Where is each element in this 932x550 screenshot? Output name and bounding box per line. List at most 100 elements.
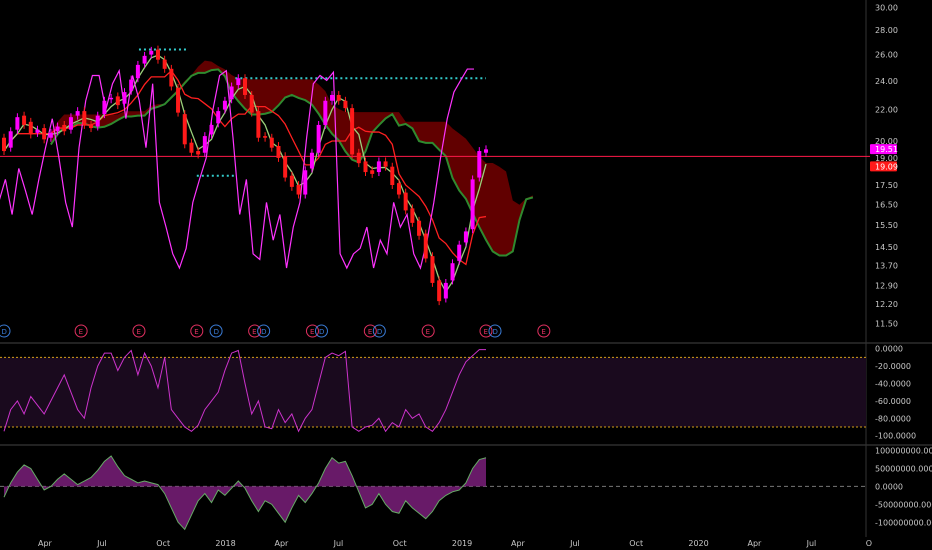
candle-body[interactable]: [75, 111, 80, 116]
price-axis: 30.0028.0026.0024.0022.0020.0019.0017.50…: [875, 3, 932, 527]
candle-body[interactable]: [142, 55, 147, 64]
candle-body[interactable]: [129, 79, 134, 91]
candle-body[interactable]: [15, 117, 20, 130]
event-label: D: [214, 328, 219, 336]
ichimoku-cloud: [50, 60, 534, 257]
candle-body[interactable]: [95, 115, 100, 127]
candle-body[interactable]: [403, 192, 408, 211]
candle-body[interactable]: [102, 100, 107, 115]
candle-body[interactable]: [343, 100, 348, 109]
time-tick-label: Jul: [569, 539, 580, 548]
candle-body[interactable]: [417, 220, 422, 236]
candle-body[interactable]: [363, 161, 368, 173]
candle-body[interactable]: [376, 161, 381, 173]
candle-body[interactable]: [122, 92, 127, 104]
candle-body[interactable]: [222, 100, 227, 110]
oscillator-pane[interactable]: [0, 455, 866, 531]
candle-body[interactable]: [296, 184, 301, 195]
candle-body[interactable]: [396, 183, 401, 195]
candle-body[interactable]: [48, 132, 53, 138]
candle-body[interactable]: [89, 124, 94, 129]
event-label: E: [426, 328, 430, 336]
candle-body[interactable]: [410, 208, 415, 223]
candle-body[interactable]: [196, 151, 201, 155]
candle-body[interactable]: [470, 179, 475, 230]
candle-body[interactable]: [457, 244, 462, 261]
chart-canvas[interactable]: DEEEDEDEDEDEEDE 30.0028.0026.0024.0022.0…: [0, 0, 932, 550]
candle-body[interactable]: [256, 111, 261, 138]
willr-tick-label: 0.0000: [875, 345, 903, 354]
candle-body[interactable]: [216, 111, 221, 124]
candle-body[interactable]: [8, 131, 13, 148]
candle-body[interactable]: [477, 151, 482, 178]
candle-body[interactable]: [350, 108, 355, 155]
candle-body[interactable]: [437, 280, 442, 302]
candle-body[interactable]: [249, 94, 254, 113]
candle-body[interactable]: [169, 68, 174, 87]
time-tick-label: Jul: [333, 539, 344, 548]
candle-body[interactable]: [35, 129, 40, 133]
candle-body[interactable]: [383, 161, 388, 167]
candle-body[interactable]: [330, 94, 335, 101]
candle-body[interactable]: [303, 170, 308, 195]
candle-body[interactable]: [182, 114, 187, 145]
candle-body[interactable]: [263, 136, 268, 138]
price-tick-label: 26.00: [875, 51, 898, 60]
candle-body[interactable]: [484, 149, 488, 153]
candle-body[interactable]: [2, 137, 6, 152]
price-tick-label: 16.50: [875, 200, 898, 209]
candle-body[interactable]: [155, 49, 160, 60]
candle-body[interactable]: [309, 152, 314, 169]
time-tick-label: Oct: [393, 539, 407, 548]
candle-body[interactable]: [22, 115, 27, 125]
candle-body[interactable]: [42, 128, 47, 140]
candle-body[interactable]: [269, 137, 274, 148]
osc-tick-label: 100000000.0000: [875, 447, 932, 456]
candle-body[interactable]: [443, 282, 448, 299]
candle-body[interactable]: [62, 124, 67, 132]
price-tick-label: 12.90: [875, 281, 898, 290]
candle-body[interactable]: [236, 78, 241, 86]
event-label: E: [541, 328, 545, 336]
candle-body[interactable]: [390, 166, 395, 185]
candle-body[interactable]: [336, 94, 341, 101]
candle-body[interactable]: [450, 263, 455, 281]
candle-body[interactable]: [82, 111, 87, 125]
current-price-badge: 19.51: [870, 144, 898, 155]
candle-body[interactable]: [463, 231, 468, 243]
candle-body[interactable]: [289, 175, 294, 187]
candle-body[interactable]: [229, 86, 234, 100]
candle-body[interactable]: [162, 59, 167, 69]
events-row[interactable]: DEEEDEDEDEDEEDE: [0, 324, 551, 338]
candle-body[interactable]: [189, 142, 194, 153]
candle-body[interactable]: [135, 64, 140, 79]
candle-body[interactable]: [323, 100, 328, 125]
candle-body[interactable]: [202, 136, 207, 153]
candle-body[interactable]: [316, 124, 321, 153]
candle-body[interactable]: [55, 126, 60, 132]
candle-body[interactable]: [276, 145, 281, 158]
candle-body[interactable]: [423, 233, 428, 259]
candle-body[interactable]: [28, 121, 33, 135]
time-tick-label: Oct: [156, 539, 170, 548]
event-label: E: [79, 328, 83, 336]
osc-tick-label: -50000000.0000: [875, 500, 932, 509]
candle-body[interactable]: [430, 256, 435, 283]
candle-body[interactable]: [283, 156, 288, 178]
candles[interactable]: [2, 45, 488, 306]
candle-body[interactable]: [109, 97, 114, 100]
candle-body[interactable]: [356, 152, 361, 164]
level-price-badge-text: 19.09: [875, 162, 898, 171]
candle-body[interactable]: [209, 124, 214, 135]
time-tick-label: Jul: [806, 539, 817, 548]
candle-body[interactable]: [115, 96, 120, 106]
time-tick-label: Apr: [275, 539, 290, 548]
candle-body[interactable]: [68, 117, 73, 130]
candle-body[interactable]: [176, 87, 181, 113]
price-tick-label: 17.50: [875, 181, 898, 190]
candle-body[interactable]: [243, 78, 247, 95]
williams-r-pane[interactable]: [0, 349, 866, 433]
event-label: D: [2, 328, 7, 336]
candle-body[interactable]: [149, 50, 154, 55]
candle-body[interactable]: [370, 170, 375, 174]
